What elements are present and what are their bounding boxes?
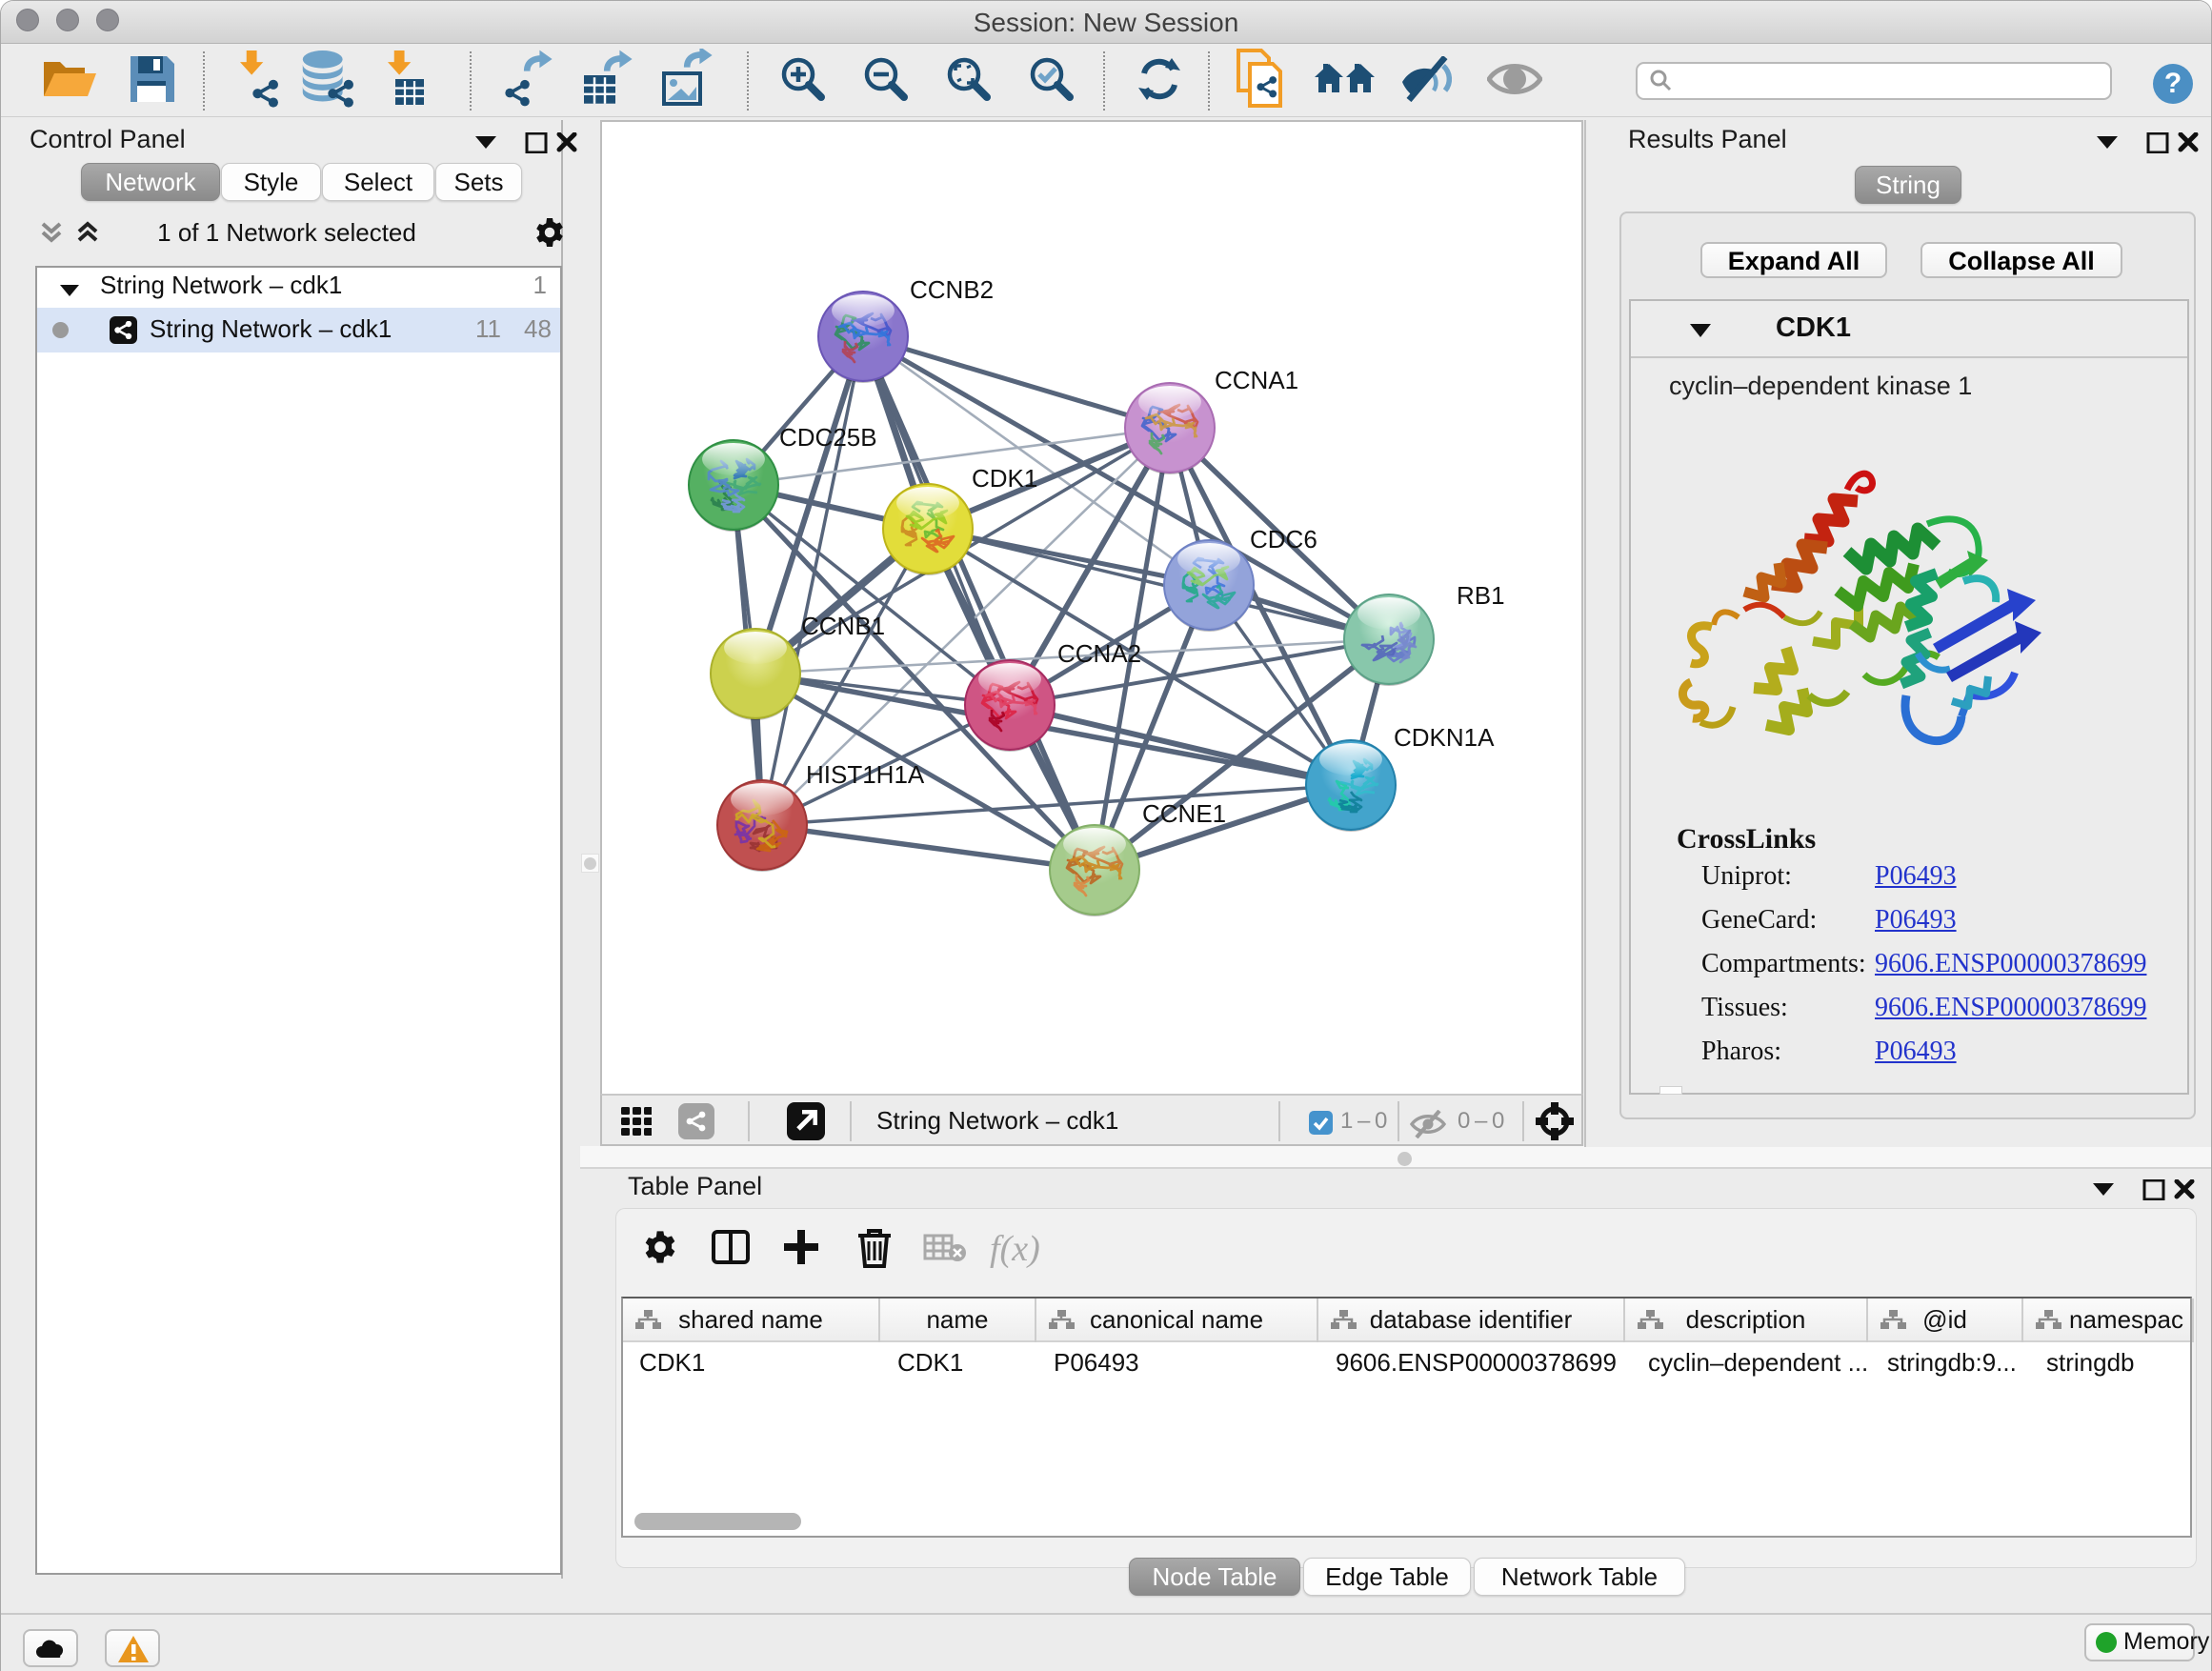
svg-text:CCNA1: CCNA1	[1215, 366, 1298, 394]
svg-text:CCNE1: CCNE1	[1142, 799, 1226, 828]
svg-text:CCNB2: CCNB2	[910, 275, 994, 304]
svg-text:CDC25B: CDC25B	[779, 423, 877, 452]
svg-text:CDKN1A: CDKN1A	[1394, 723, 1495, 752]
svg-text:RB1: RB1	[1457, 581, 1505, 610]
svg-text:CDK1: CDK1	[972, 464, 1037, 493]
svg-text:CCNB1: CCNB1	[801, 612, 885, 640]
svg-text:CCNA2: CCNA2	[1057, 639, 1141, 668]
svg-text:HIST1H1A: HIST1H1A	[806, 760, 925, 789]
svg-text:CDC6: CDC6	[1250, 525, 1317, 554]
